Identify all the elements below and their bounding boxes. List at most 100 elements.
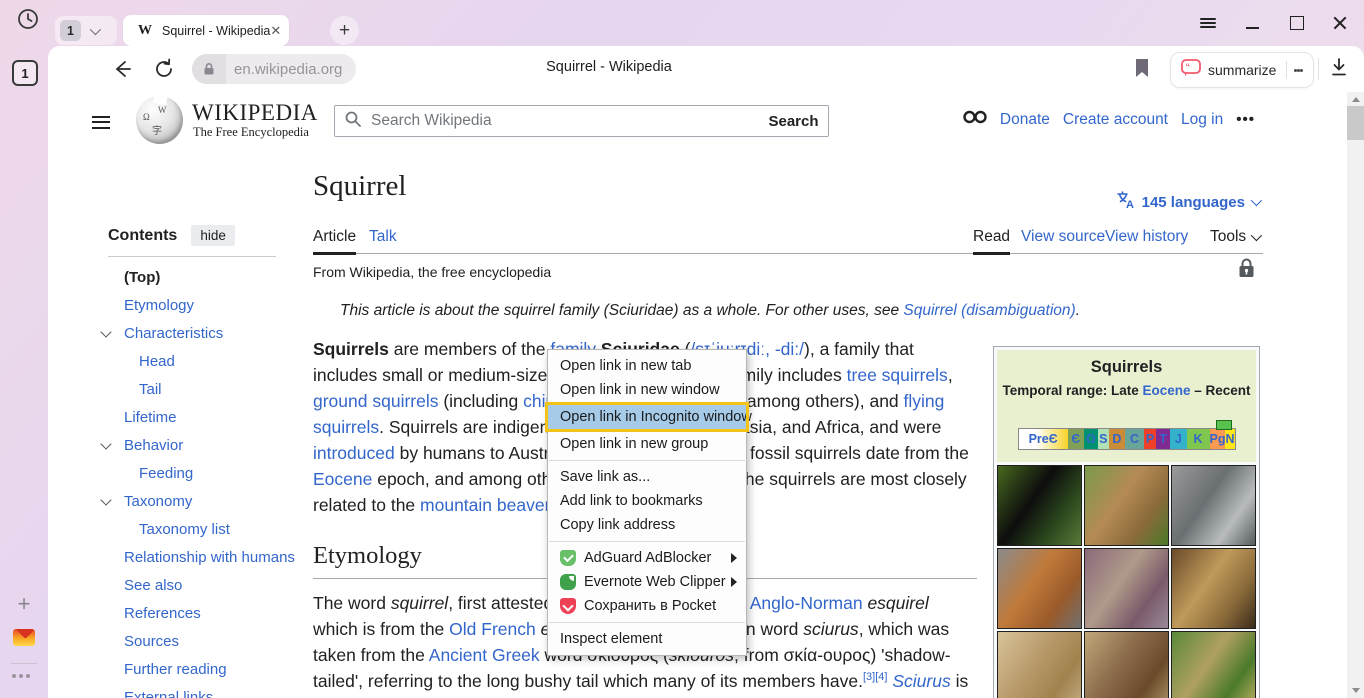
- donate-link[interactable]: Donate: [1000, 111, 1050, 129]
- standing-ground-squirrels-photo[interactable]: [997, 631, 1082, 698]
- timescale-period-PreЄ[interactable]: PreЄ: [1019, 429, 1068, 449]
- close-window-button[interactable]: [1328, 11, 1352, 35]
- timescale-period-S[interactable]: S: [1098, 429, 1109, 449]
- timescale-period-N[interactable]: N: [1225, 429, 1234, 449]
- wiki-link[interactable]: Old French: [449, 619, 536, 639]
- gray-squirrel-photo[interactable]: [1171, 465, 1256, 546]
- toc-item-label[interactable]: Etymology: [124, 297, 194, 314]
- wiki-link[interactable]: Ancient Greek: [429, 645, 540, 665]
- timescale-period-P[interactable]: P: [1144, 429, 1156, 449]
- timescale-period-Є[interactable]: Є: [1068, 429, 1084, 449]
- toc-item-label[interactable]: Behavior: [124, 437, 183, 454]
- toc-item[interactable]: Behavior: [94, 431, 304, 459]
- timescale-period-K[interactable]: K: [1187, 429, 1210, 449]
- wiki-link[interactable]: introduced: [313, 443, 395, 463]
- download-icon[interactable]: [1329, 56, 1349, 83]
- rail-more-icon[interactable]: [12, 674, 30, 678]
- chevron-down-icon[interactable]: [100, 494, 111, 505]
- toc-item-label[interactable]: Feeding: [139, 465, 193, 482]
- page-protection-lock-icon[interactable]: [1238, 258, 1255, 284]
- toc-item-label[interactable]: See also: [124, 577, 182, 594]
- timescale-period-C[interactable]: C: [1125, 429, 1144, 449]
- toc-item-label[interactable]: Relationship with humans: [124, 549, 295, 566]
- toc-item[interactable]: Characteristics: [94, 319, 304, 347]
- menu-item[interactable]: Open link in new group: [548, 432, 746, 456]
- wikipedia-wordmark[interactable]: WIKIPEDIA: [192, 100, 318, 126]
- reference-link[interactable]: [3][4]: [863, 671, 887, 683]
- scroll-down-arrow[interactable]: [1347, 683, 1364, 698]
- wiki-hamburger-icon[interactable]: [92, 112, 116, 132]
- tab-read[interactable]: Read: [973, 228, 1010, 255]
- search-input[interactable]: [369, 111, 759, 131]
- marmots-photo[interactable]: [1084, 631, 1169, 698]
- languages-selector[interactable]: A 145 languages: [1116, 190, 1259, 214]
- scroll-up-arrow[interactable]: [1347, 92, 1364, 107]
- chevron-down-icon[interactable]: [100, 326, 111, 337]
- timescale-period-O[interactable]: O: [1084, 429, 1098, 449]
- maximize-button[interactable]: [1285, 11, 1309, 35]
- toc-item[interactable]: Further reading: [94, 655, 304, 683]
- wiki-link[interactable]: ground squirrels: [313, 391, 438, 411]
- menu-item[interactable]: Save link as...: [548, 465, 746, 489]
- toc-item[interactable]: Lifetime: [94, 403, 304, 431]
- toc-item[interactable]: Sources: [94, 627, 304, 655]
- toc-item[interactable]: Feeding: [94, 459, 304, 487]
- browser-tab[interactable]: W Squirrel - Wikipedia ✕: [123, 15, 289, 46]
- golden-ground-squirrel-photo[interactable]: [1171, 548, 1256, 629]
- history-clock-icon[interactable]: [16, 7, 40, 31]
- prairie-dogs-photo[interactable]: [1171, 631, 1256, 698]
- toc-item-label[interactable]: Lifetime: [124, 409, 177, 426]
- menu-item[interactable]: Inspect element: [548, 627, 746, 651]
- menu-item[interactable]: Copy link address: [548, 513, 746, 537]
- tab-group-pill[interactable]: 1: [55, 16, 117, 45]
- toc-item[interactable]: Head: [94, 347, 304, 375]
- create-account-link[interactable]: Create account: [1063, 111, 1168, 129]
- toc-item[interactable]: See also: [94, 571, 304, 599]
- toc-item-label[interactable]: (Top): [124, 269, 160, 286]
- chevron-down-icon[interactable]: [100, 438, 111, 449]
- mail-icon[interactable]: [13, 629, 35, 646]
- new-tab-button[interactable]: +: [330, 16, 359, 45]
- toc-item-label[interactable]: Taxonomy: [124, 493, 192, 510]
- wiki-link[interactable]: mountain beaver: [420, 495, 550, 515]
- toc-item-label[interactable]: Sources: [124, 633, 179, 650]
- squirrel-photo-collage[interactable]: [997, 465, 1256, 698]
- toc-item-label[interactable]: Taxonomy list: [139, 521, 230, 538]
- log-in-link[interactable]: Log in: [1181, 111, 1223, 129]
- tab-view-source[interactable]: View source: [1021, 228, 1105, 246]
- tab-close-icon[interactable]: ✕: [270, 23, 281, 39]
- black-giant-squirrel-photo[interactable]: [997, 465, 1082, 546]
- toc-item-label[interactable]: Characteristics: [124, 325, 223, 342]
- wiki-link[interactable]: Sciurus: [892, 671, 950, 691]
- kebab-menu-icon[interactable]: [1287, 67, 1309, 73]
- back-button[interactable]: [110, 57, 134, 81]
- toc-item-label[interactable]: External links: [124, 689, 213, 698]
- toc-item[interactable]: External links: [94, 683, 304, 698]
- toc-hide-button[interactable]: hide: [191, 225, 235, 246]
- wiki-link[interactable]: Eocene: [313, 469, 372, 489]
- wiki-link[interactable]: Anglo-Norman: [750, 593, 863, 613]
- rail-add-button[interactable]: +: [12, 592, 36, 616]
- tab-tools[interactable]: Tools: [1210, 228, 1259, 246]
- chipmunk-photo[interactable]: [1084, 465, 1169, 546]
- sidebar-tab-count-badge[interactable]: 1: [12, 60, 38, 86]
- wiki-search-box[interactable]: [334, 105, 760, 137]
- minimize-button[interactable]: [1240, 11, 1264, 35]
- menu-item[interactable]: Сохранить в Pocket: [548, 594, 746, 618]
- toc-item[interactable]: Etymology: [94, 291, 304, 319]
- menu-item[interactable]: Add link to bookmarks: [548, 489, 746, 513]
- more-options-icon[interactable]: •••: [1236, 111, 1255, 128]
- menu-item[interactable]: Open link in Incognito window: [548, 405, 746, 429]
- menu-item[interactable]: Open link in new tab: [548, 354, 746, 378]
- summarize-button[interactable]: “ summarize: [1170, 52, 1314, 88]
- toc-item[interactable]: Taxonomy list: [94, 515, 304, 543]
- tab-talk[interactable]: Talk: [369, 228, 397, 246]
- timescale-period-T[interactable]: T: [1156, 429, 1170, 449]
- timescale-period-Pg[interactable]: Pg: [1210, 429, 1226, 449]
- toc-item[interactable]: Relationship with humans: [94, 543, 304, 571]
- timescale-period-J[interactable]: J: [1170, 429, 1186, 449]
- address-bar[interactable]: en.wikipedia.org: [192, 54, 356, 84]
- toc-item-label[interactable]: Head: [139, 353, 175, 370]
- fox-squirrel-photo[interactable]: [997, 548, 1082, 629]
- menu-item[interactable]: Open link in new window: [548, 378, 746, 402]
